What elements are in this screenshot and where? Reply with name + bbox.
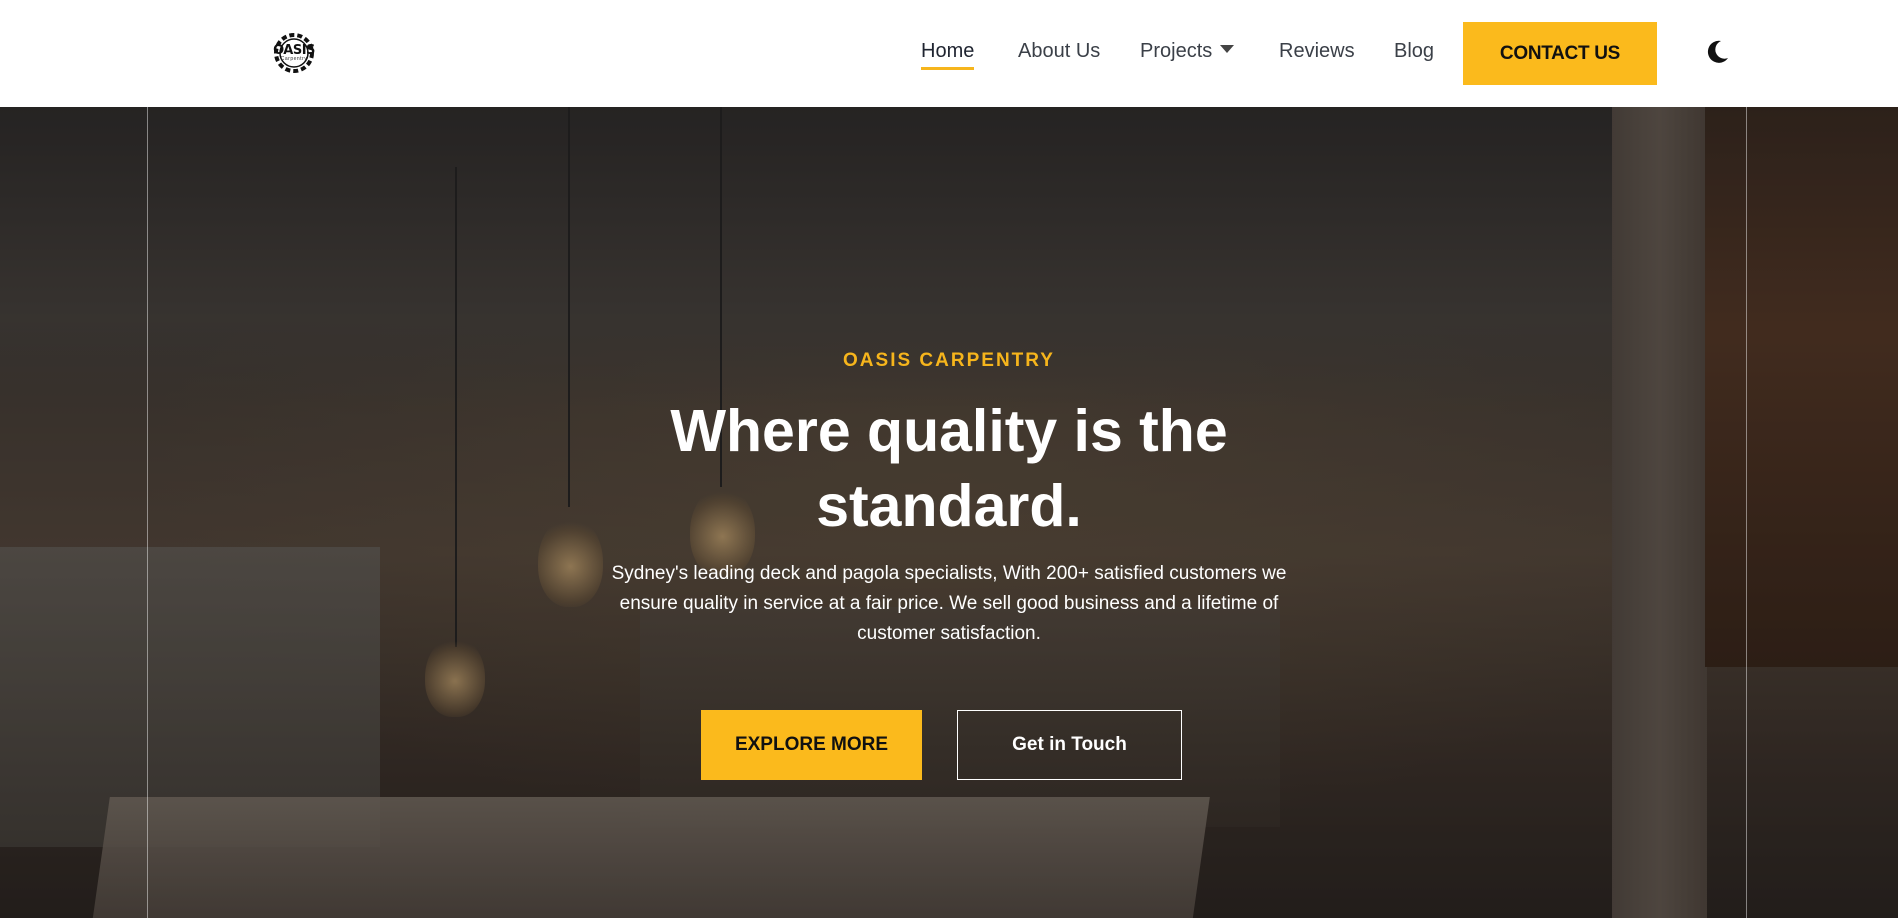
nav-projects-label: Projects: [1140, 40, 1213, 62]
hero-headline: Where quality is the standard.: [670, 398, 1228, 539]
get-in-touch-button[interactable]: Get in Touch: [957, 710, 1182, 780]
nav-reviews[interactable]: Reviews: [1279, 40, 1355, 63]
contact-us-button[interactable]: CONTACT US: [1463, 22, 1657, 85]
hero-content: OASIS CARPENTRY Where quality is the sta…: [0, 107, 1898, 918]
nav-about-us[interactable]: About Us: [1018, 40, 1100, 63]
brand-logo[interactable]: OASIS Carpentry: [268, 31, 320, 75]
hero-section: OASIS CARPENTRY Where quality is the sta…: [0, 107, 1898, 918]
moon-icon[interactable]: [1702, 37, 1732, 67]
explore-more-button[interactable]: EXPLORE MORE: [701, 710, 922, 780]
caret-down-icon: [1220, 44, 1235, 53]
logo-subtext: Carpentry: [280, 56, 308, 62]
hero-eyebrow: OASIS CARPENTRY: [843, 350, 1055, 371]
site-header: OASIS Carpentry Home About Us Projects R…: [0, 0, 1898, 107]
nav-home[interactable]: Home: [921, 40, 975, 70]
nav-projects[interactable]: Projects: [1140, 40, 1235, 63]
hero-description: Sydney's leading deck and pagola special…: [611, 563, 1287, 644]
nav-blog[interactable]: Blog: [1394, 40, 1434, 63]
